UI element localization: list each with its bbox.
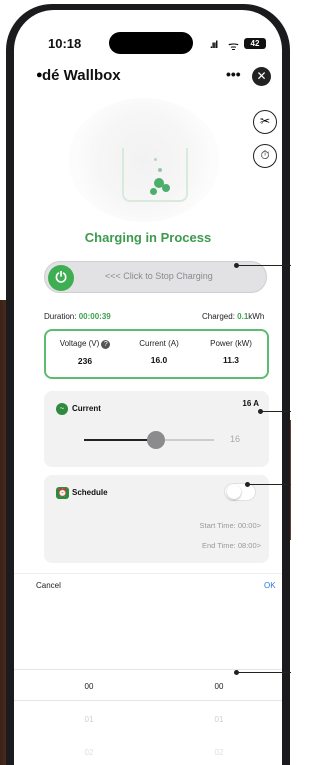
end-time[interactable]: End Time: 08:00>	[202, 541, 261, 550]
tools-icon[interactable]: ✂	[253, 110, 277, 134]
dynamic-island	[109, 32, 193, 54]
duration: Duration: 00:00:39	[44, 312, 111, 321]
current-title: Current	[72, 404, 101, 413]
charged-value: 0.1	[237, 312, 249, 321]
current-slider-track[interactable]	[84, 431, 214, 449]
page-title: dé Wallbox	[42, 67, 121, 84]
stat-value: 236	[77, 356, 93, 366]
current-card: ~ Current 16 A 16	[44, 391, 269, 467]
bubble-icon	[158, 168, 162, 172]
duration-value: 00:00:39	[78, 312, 111, 321]
stats-panel: Voltage (V)? 236 Current (A) 16.0 Power …	[44, 329, 269, 379]
stat-power: Power (kW) 11.3	[196, 339, 266, 365]
current-amp-label: 16 A	[242, 399, 259, 408]
battery-icon: 42	[244, 38, 266, 49]
picker-hour-option[interactable]: 00	[69, 682, 109, 691]
status-time: 10:18	[48, 36, 82, 51]
close-button[interactable]: ✕	[252, 67, 271, 86]
current-slider-fill	[84, 439, 156, 441]
schedule-toggle[interactable]	[224, 483, 256, 501]
stat-voltage: Voltage (V)? 236	[50, 339, 120, 366]
stat-label: Power (kW)	[210, 339, 252, 348]
status-bar: 10:18 .ııl ᯤ 42	[14, 10, 282, 54]
toggle-knob	[227, 485, 241, 499]
stat-value: 16.0	[150, 355, 168, 365]
charging-cup-graphic	[122, 148, 188, 202]
stat-value: 11.3	[222, 355, 240, 365]
stop-charging-slider[interactable]: ⏻ <<< Click to Stop Charging	[44, 261, 267, 293]
bubble-icon	[154, 158, 157, 161]
start-time[interactable]: Start Time: 00:00>	[200, 521, 262, 530]
charged-unit: kWh	[248, 312, 265, 321]
phone-frame: 10:18 .ııl ᯤ 42 ● dé Wallbox ••• ✕ ✂ ⏱ C…	[6, 4, 290, 765]
picker-minute-option[interactable]: 02	[199, 748, 239, 757]
picker-hour-option[interactable]: 01	[69, 715, 109, 724]
wifi-icon: ᯤ	[228, 39, 239, 53]
more-button[interactable]: •••	[226, 66, 241, 82]
timer-icon[interactable]: ⏱	[253, 144, 277, 168]
picker-selection-band	[14, 669, 282, 701]
power-icon[interactable]: ⏻	[48, 265, 74, 291]
duration-label: Duration:	[44, 312, 77, 321]
picker-minute-option[interactable]: 00	[199, 682, 239, 691]
time-picker: Cancel OK 00 01 02 00 01 02	[14, 573, 282, 765]
ok-button[interactable]: OK	[264, 581, 276, 590]
schedule-title: Schedule	[72, 488, 108, 497]
bubble-icon	[150, 188, 157, 195]
stat-label: Voltage (V)	[59, 339, 100, 348]
current-slider-value: 16	[230, 434, 241, 444]
stop-charging-label: <<< Click to Stop Charging	[105, 271, 213, 281]
bubble-icon	[162, 184, 170, 192]
alarm-clock-icon: ⏰	[56, 487, 69, 499]
charging-status: Charging in Process	[84, 230, 212, 245]
current-slider-handle[interactable]	[146, 431, 165, 449]
signal-icon: .ııl	[210, 40, 218, 51]
charged-energy: Charged: 0.1kWh	[202, 312, 264, 321]
stat-current: Current (A) 16.0	[124, 339, 194, 365]
cancel-button[interactable]: Cancel	[36, 581, 61, 590]
charged-label: Charged:	[202, 312, 235, 321]
stat-label: Current (A)	[139, 339, 179, 348]
info-icon[interactable]: ?	[101, 340, 111, 349]
schedule-card: ⏰ Schedule Start Time: 00:00> End Time: …	[44, 475, 269, 563]
app-screen: 10:18 .ııl ᯤ 42 ● dé Wallbox ••• ✕ ✂ ⏱ C…	[14, 10, 282, 765]
picker-minute-option[interactable]: 01	[199, 715, 239, 724]
wave-icon: ~	[56, 403, 68, 415]
picker-hour-option[interactable]: 02	[69, 748, 109, 757]
title-bar: ● dé Wallbox ••• ✕	[14, 64, 282, 90]
